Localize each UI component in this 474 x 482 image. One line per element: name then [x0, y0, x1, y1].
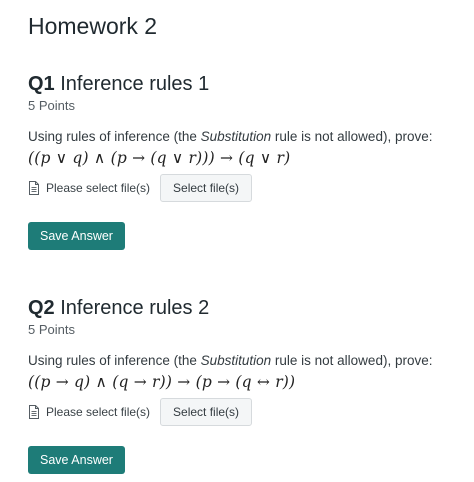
- save-answer-button[interactable]: Save Answer: [28, 222, 125, 250]
- file-upload-row: Please select file(s) Select file(s): [28, 398, 468, 426]
- question-prompt: Using rules of inference (the Substituti…: [28, 352, 468, 369]
- question-formula: ((p → q) ∧ (q → r)) → (p → (q ↔ r)): [28, 373, 296, 391]
- save-answer-button[interactable]: Save Answer: [28, 446, 125, 474]
- file-icon: [28, 181, 40, 195]
- prompt-text-end: rule is not allowed), prove:: [271, 129, 433, 144]
- question-prompt: Using rules of inference (the Substituti…: [28, 128, 468, 145]
- file-icon: [28, 405, 40, 419]
- file-upload-row: Please select file(s) Select file(s): [28, 174, 468, 202]
- question-heading: Q2 Inference rules 2: [28, 296, 468, 320]
- prompt-text-end: rule is not allowed), prove:: [271, 353, 433, 368]
- question-points: 5 Points: [28, 322, 75, 337]
- file-status-label: Please select file(s): [46, 181, 151, 195]
- prompt-emphasis: Substitution: [200, 353, 272, 368]
- prompt-text: Using rules of inference (the: [28, 353, 201, 368]
- question-title: Inference rules 1: [60, 73, 210, 95]
- prompt-emphasis: Substitution: [200, 129, 272, 144]
- question-formula: ((p ∨ q) ∧ (p → (q ∨ r))) → (q ∨ r): [28, 149, 291, 167]
- question-points: 5 Points: [28, 98, 75, 113]
- question-2: Q2 Inference rules 2 5 Points Using rule…: [28, 296, 468, 474]
- question-heading: Q1 Inference rules 1: [28, 72, 468, 96]
- select-files-button[interactable]: Select file(s): [160, 398, 253, 426]
- page-title: Homework 2: [28, 13, 158, 39]
- question-number: Q1: [28, 73, 55, 95]
- question-number: Q2: [28, 297, 55, 319]
- prompt-text: Using rules of inference (the: [28, 129, 201, 144]
- file-status-label: Please select file(s): [46, 405, 151, 419]
- question-title: Inference rules 2: [60, 297, 210, 319]
- select-files-button[interactable]: Select file(s): [160, 174, 253, 202]
- question-1: Q1 Inference rules 1 5 Points Using rule…: [28, 72, 468, 250]
